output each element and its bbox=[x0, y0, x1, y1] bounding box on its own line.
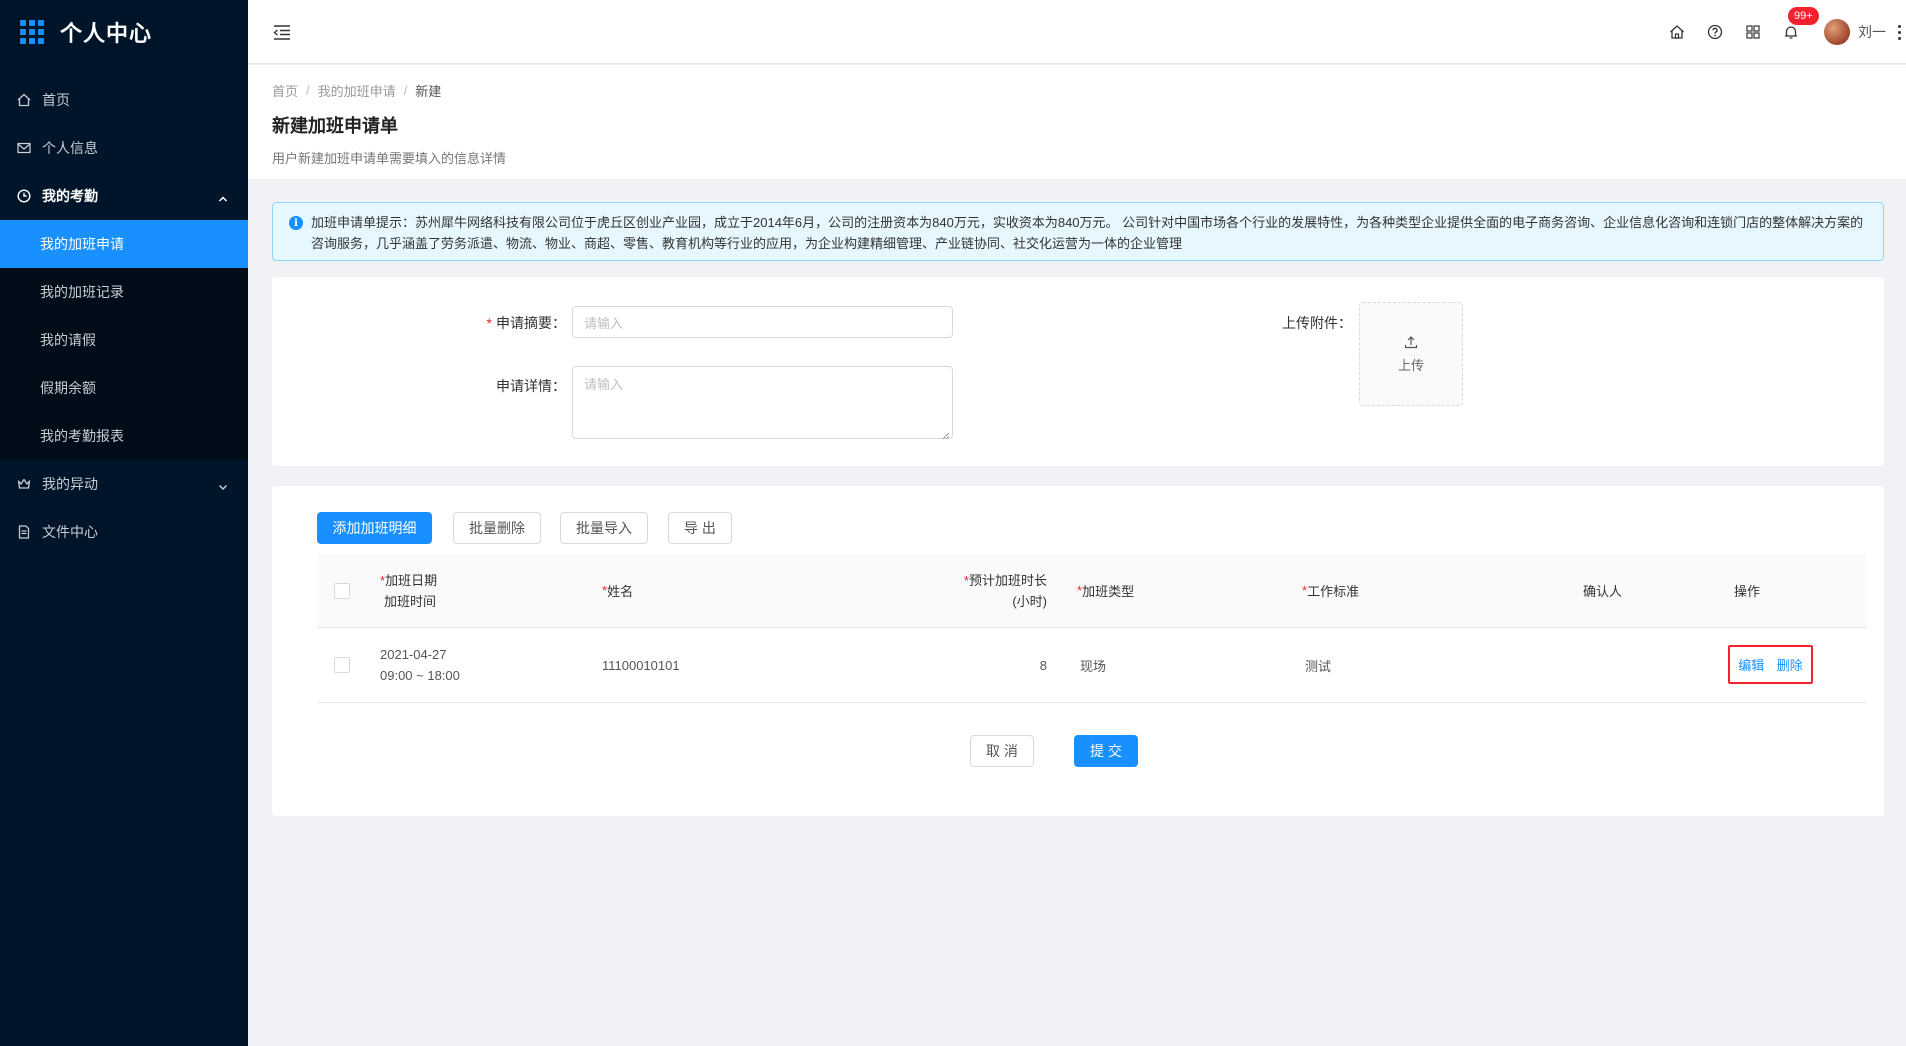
cell-type: 现场 bbox=[1080, 658, 1107, 674]
details-card: 添加加班明细 批量删除 批量导入 导 出 *加班日期 加班时间 * 姓名 *预计加… bbox=[272, 486, 1884, 816]
alert-text: 加班申请单提示：苏州犀牛网络科技有限公司位于虎丘区创业产业园，成立于2014年6… bbox=[311, 215, 1864, 251]
header-name: * 姓名 bbox=[602, 583, 634, 599]
sidebar-item-overtime-request[interactable]: 我的加班申请 bbox=[0, 220, 248, 268]
info-icon: i bbox=[289, 216, 303, 230]
export-button[interactable]: 导 出 bbox=[668, 512, 732, 544]
detail-placeholder: 请输入 bbox=[584, 377, 624, 392]
summary-label: * 申请摘要： bbox=[486, 315, 566, 331]
crown-icon bbox=[16, 476, 32, 492]
sidebar-item-overtime-record[interactable]: 我的加班记录 bbox=[0, 268, 248, 316]
table-header: *加班日期 加班时间 * 姓名 *预计加班时长 (小时) * 加班类型 * 工作标准 … bbox=[317, 554, 1867, 628]
cell-name: 11100010101 bbox=[602, 657, 680, 673]
sidebar-item-label: 个人信息 bbox=[42, 140, 98, 156]
cell-time: 09:00 ~ 18:00 bbox=[380, 668, 460, 683]
top-header: 99+ 刘一 bbox=[248, 0, 1906, 64]
add-detail-button[interactable]: 添加加班明细 bbox=[317, 512, 432, 544]
header-date-time: *加班日期 加班时间 bbox=[380, 554, 437, 627]
file-icon bbox=[16, 524, 32, 540]
row-actions: 编辑 删除 bbox=[1728, 645, 1813, 684]
help-icon[interactable] bbox=[1706, 23, 1724, 41]
menu-fold-icon[interactable] bbox=[272, 22, 292, 42]
sidebar-item-label: 我的考勤 bbox=[42, 188, 98, 204]
batch-import-button[interactable]: 批量导入 bbox=[560, 512, 648, 544]
notification-badge: 99+ bbox=[1788, 7, 1819, 25]
breadcrumb-separator: / bbox=[403, 83, 408, 98]
sidebar-item-home[interactable]: 首页 bbox=[0, 76, 248, 124]
sidebar-item-changes[interactable]: 我的异动 bbox=[0, 460, 248, 508]
chevron-down-icon bbox=[218, 479, 228, 491]
upload-button[interactable]: 上传 bbox=[1359, 302, 1463, 406]
sidebar-item-files[interactable]: 文件中心 bbox=[0, 508, 248, 556]
details-table: *加班日期 加班时间 * 姓名 *预计加班时长 (小时) * 加班类型 * 工作标准 … bbox=[317, 554, 1867, 703]
breadcrumb-current: 新建 bbox=[415, 84, 442, 99]
submit-button[interactable]: 提 交 bbox=[1074, 735, 1138, 767]
sidebar-menu: 首页 个人信息 我的考勤 我的加班申请 我的加班记录 我的请假 假期余额 我的考… bbox=[0, 76, 248, 556]
avatar[interactable] bbox=[1824, 19, 1850, 45]
home-icon bbox=[16, 92, 32, 108]
sidebar-item-leave-balance[interactable]: 假期余额 bbox=[0, 364, 248, 412]
cell-hours: 8 bbox=[1039, 657, 1047, 673]
user-name[interactable]: 刘一 bbox=[1858, 22, 1886, 42]
app-title: 个人中心 bbox=[60, 21, 153, 46]
apps-grid-icon[interactable] bbox=[20, 20, 44, 44]
summary-input[interactable]: 请输入 bbox=[572, 306, 953, 338]
home-icon[interactable] bbox=[1668, 23, 1686, 41]
resize-handle-icon[interactable] bbox=[942, 428, 950, 440]
row-checkbox[interactable] bbox=[334, 657, 350, 673]
header-hours-label: 预计加班时长 bbox=[968, 572, 1047, 588]
batch-delete-button[interactable]: 批量删除 bbox=[453, 512, 541, 544]
cell-date: 2021-04-27 bbox=[380, 647, 447, 662]
more-vertical-icon[interactable] bbox=[1898, 24, 1902, 40]
header-time: 加班时间 bbox=[384, 593, 437, 609]
delete-link[interactable]: 删除 bbox=[1777, 655, 1803, 674]
sidebar: 个人中心 首页 个人信息 我的考勤 我的加班申请 我的加班记录 我的请假 假期余… bbox=[0, 0, 248, 1046]
page-title: 新建加班申请单 bbox=[272, 116, 398, 136]
sidebar-item-label: 文件中心 bbox=[42, 524, 98, 540]
header-date: 加班日期 bbox=[385, 572, 438, 588]
detail-textarea[interactable]: 请输入 bbox=[572, 366, 953, 440]
breadcrumb-parent[interactable]: 我的加班申请 bbox=[318, 81, 396, 100]
chevron-up-icon bbox=[218, 191, 228, 202]
table-row: 2021-04-27 09:00 ~ 18:00 11100010101 8 现… bbox=[317, 628, 1867, 703]
clock-icon bbox=[16, 188, 32, 204]
breadcrumb-separator: / bbox=[306, 83, 310, 98]
form-card: * 申请摘要： 请输入 申请详情： 请输入 上传附件： 上传 bbox=[272, 277, 1884, 466]
header-type: * 加班类型 bbox=[1077, 583, 1135, 599]
cancel-button[interactable]: 取 消 bbox=[970, 735, 1034, 767]
upload-icon bbox=[1404, 335, 1418, 348]
sidebar-item-label: 我的异动 bbox=[42, 476, 98, 492]
header-actions: 99+ 刘一 bbox=[1658, 0, 1906, 64]
upload-text: 上传 bbox=[1397, 357, 1424, 373]
header-hours-unit: (小时) bbox=[1012, 593, 1047, 609]
upload-label: 上传附件： bbox=[1282, 315, 1352, 331]
sidebar-item-attendance[interactable]: 我的考勤 bbox=[0, 172, 248, 220]
page-description: 用户新建加班申请单需要填入的信息详情 bbox=[272, 151, 507, 166]
info-alert: i 加班申请单提示：苏州犀牛网络科技有限公司位于虎丘区创业产业园，成立于2014… bbox=[272, 202, 1884, 261]
page-header: 首页 / 我的加班申请 / 新建 新建加班申请单 用户新建加班申请单需要填入的信… bbox=[248, 65, 1906, 179]
sidebar-item-label: 首页 bbox=[42, 92, 70, 108]
select-all-checkbox[interactable] bbox=[334, 582, 350, 599]
header-actions: 操作 bbox=[1734, 584, 1761, 599]
header-standard: * 工作标准 bbox=[1302, 583, 1360, 599]
edit-link[interactable]: 编辑 bbox=[1738, 655, 1764, 674]
cell-standard: 测试 bbox=[1305, 658, 1332, 674]
required-mark: * bbox=[486, 315, 492, 331]
header-confirmer: 确认人 bbox=[1583, 584, 1623, 599]
sidebar-item-leave[interactable]: 我的请假 bbox=[0, 316, 248, 364]
breadcrumb-home[interactable]: 首页 bbox=[272, 81, 298, 100]
apps-icon[interactable] bbox=[1744, 23, 1762, 41]
sidebar-item-attendance-report[interactable]: 我的考勤报表 bbox=[0, 412, 248, 460]
bell-icon[interactable]: 99+ bbox=[1782, 7, 1819, 41]
mail-icon bbox=[16, 140, 32, 156]
breadcrumb: 首页 / 我的加班申请 / 新建 bbox=[272, 81, 1882, 100]
cell-date-time: 2021-04-27 09:00 ~ 18:00 bbox=[380, 628, 460, 702]
sidebar-item-profile[interactable]: 个人信息 bbox=[0, 124, 248, 172]
detail-label: 申请详情： bbox=[496, 378, 566, 394]
header-hours: *预计加班时长 (小时) bbox=[897, 554, 1047, 627]
brand: 个人中心 bbox=[0, 0, 248, 64]
